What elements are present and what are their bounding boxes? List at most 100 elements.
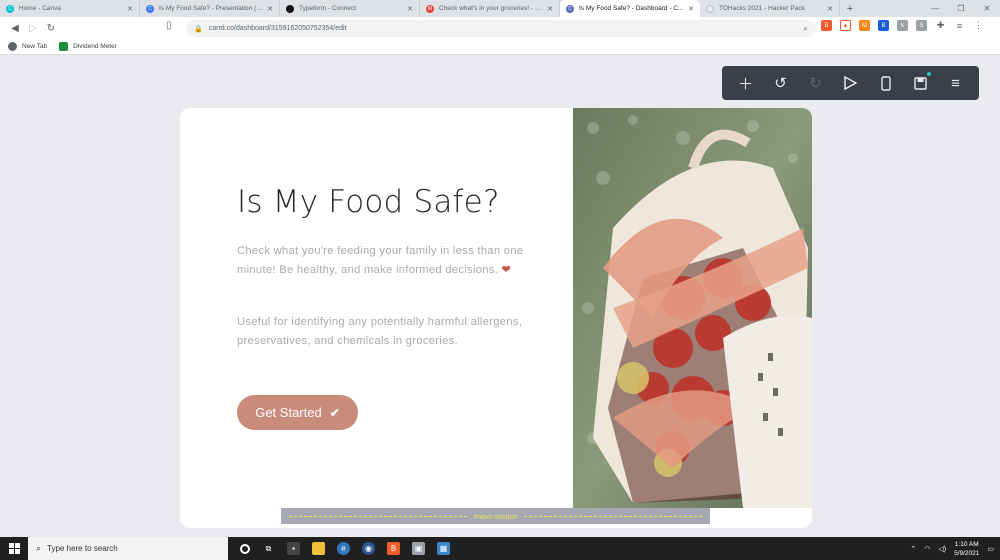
tohacks-favicon-icon [706,4,714,13]
clock[interactable]: 1:10 AM 5/9/2021 [954,540,979,558]
close-tab-icon[interactable]: ✕ [407,5,413,13]
browser-tab-active[interactable]: C Is My Food Safe? - Dashboard - C... ✕ [560,0,700,17]
page-viewport: ＋ ↺ ↻ ≡ Is My Food Safe? Check what you'… [0,56,1000,537]
canva-favicon-icon: C [146,4,154,13]
browser-tab-strip: C Home - Canva ✕ C Is My Food Safe? - Pr… [0,0,1000,17]
lock-icon: 🔒 [194,25,203,33]
windows-taskbar: ⌕ Type here to search ⧉ ▪ e ◉ B ▣ ▦ ⌃ ◠ … [0,537,1000,560]
windows-start-icon[interactable] [0,537,28,560]
close-tab-icon[interactable]: ✕ [547,5,553,13]
bookmark-label: Dividend Meter [73,43,117,50]
forward-icon[interactable]: ▷ [24,19,42,37]
browser-tab[interactable]: M Check what's in your groceries! - my@.… [420,0,560,17]
more-menu-icon[interactable]: ⋮ [973,20,984,31]
bookmarks-bar: New Tab Dividend Meter [0,39,1000,55]
puzzle-icon[interactable]: ✚ [935,20,946,31]
close-tab-icon[interactable]: ✕ [827,5,833,13]
hero-text-column: Is My Food Safe? Check what you're feedi… [180,108,573,528]
add-icon[interactable]: ＋ [733,70,759,96]
terminal-icon[interactable]: ▪ [287,542,300,555]
edge-icon[interactable]: e [337,542,350,555]
close-tab-icon[interactable]: ✕ [267,5,273,13]
bookmark-label: New Tab [22,43,48,50]
chevron-up-icon[interactable]: ⌃ [910,545,916,553]
url-text: carrd.co/dashboard/3159162050752354/edit [208,25,347,32]
task-view-icon[interactable]: ⧉ [262,542,275,555]
bookmark-dividend-meter[interactable]: Dividend Meter [59,42,117,51]
playlist-icon[interactable]: ≡ [954,20,965,31]
brave-rewards-icon[interactable]: ▲ [840,20,851,31]
extension-icon[interactable]: k [897,20,908,31]
carrd-favicon-icon: C [566,4,574,13]
clock-date: 5/9/2021 [954,549,980,557]
metamask-icon[interactable]: M [859,20,870,31]
page-title[interactable]: Is My Food Safe? [237,184,500,220]
file-explorer-icon[interactable] [312,542,325,555]
hero-paragraph-text: Check what you're feeding your family in… [237,245,524,276]
sheets-icon [59,42,69,51]
bitwarden-icon[interactable]: B [878,20,889,31]
reload-icon[interactable]: ↻ [42,19,60,37]
zoom-icon[interactable]: ⌕ [804,24,808,34]
tab-title: Typeform - Connect [299,5,357,12]
search-placeholder: Type here to search [47,544,118,553]
hero-paragraph[interactable]: Check what you're feeding your family in… [237,242,527,280]
address-bar[interactable]: 🔒 carrd.co/dashboard/3159162050752354/ed… [186,20,816,37]
notifications-icon[interactable]: ▭ [987,545,994,553]
browser-tab[interactable]: TOHacks 2021 - Hacker Pack ✕ [700,0,840,17]
app-icon[interactable]: ▦ [437,542,450,555]
taskbar-pinned-apps: ⧉ ▪ e ◉ B ▣ ▦ [240,542,450,555]
search-icon: ⌕ [36,543,42,553]
app-icon[interactable]: ▣ [412,542,425,555]
section-marker[interactable]: #next-section [281,508,710,524]
typeform-favicon-icon [286,4,294,13]
mobile-icon[interactable] [873,70,899,96]
extensions-bar: B ▲ M B k S ✚ ≡ ⋮ [821,20,984,31]
browser-tab[interactable]: C Is My Food Safe? - Presentation (16:9)… [140,0,280,17]
hero-card: Is My Food Safe? Check what you're feedi… [180,108,812,528]
unsaved-indicator [926,72,931,76]
redo-icon[interactable]: ↻ [803,70,829,96]
minimize-icon[interactable]: — [922,0,948,17]
close-window-icon[interactable]: ✕ [974,0,1000,17]
volume-icon[interactable]: ◁) [938,545,946,553]
close-tab-icon[interactable]: ✕ [688,5,694,13]
new-tab-button[interactable]: + [840,0,860,17]
browser-toolbar: ◀ ▷ ↻ ▯ 🔒 carrd.co/dashboard/31591620507… [0,17,1000,39]
close-tab-icon[interactable]: ✕ [127,5,133,13]
grocery-bag-image[interactable] [573,108,812,508]
app-icon[interactable]: ◉ [362,542,375,555]
tab-title: Is My Food Safe? - Dashboard - C... [579,5,684,12]
brave-shield-icon[interactable]: B [821,20,832,31]
wifi-icon[interactable]: ◠ [924,545,930,553]
globe-icon [8,42,17,51]
undo-icon[interactable]: ↺ [768,70,794,96]
get-started-button[interactable]: Get Started ✔ [237,395,358,430]
clock-time: 1:10 AM [954,540,979,548]
brave-icon[interactable]: B [387,542,400,555]
bookmark-new-tab[interactable]: New Tab [8,42,47,51]
tab-title: TOHacks 2021 - Hacker Pack [719,5,805,12]
cortana-icon[interactable] [240,543,250,554]
tab-title: Check what's in your groceries! - my@... [439,5,543,12]
play-icon[interactable] [838,70,864,96]
bookmark-icon[interactable]: ▯ [166,20,172,31]
browser-tab[interactable]: Typeform - Connect ✕ [280,0,420,17]
carrd-editor-toolbar: ＋ ↺ ↻ ≡ [722,66,979,100]
cta-label: Get Started [255,405,322,420]
heart-icon: ❤ [501,264,512,276]
menu-icon[interactable]: ≡ [943,70,969,96]
maximize-icon[interactable]: ❐ [948,0,974,17]
taskbar-search-input[interactable]: ⌕ Type here to search [28,537,228,560]
extension-icon[interactable]: S [916,20,927,31]
browser-tab[interactable]: C Home - Canva ✕ [0,0,140,17]
window-controls: — ❐ ✕ [922,0,1000,17]
system-tray: ⌃ ◠ ◁) 1:10 AM 5/9/2021 ▭ [910,540,1000,558]
hero-paragraph[interactable]: Useful for identifying any potentially h… [237,313,527,351]
save-icon[interactable] [908,70,934,96]
back-icon[interactable]: ◀ [6,19,24,37]
section-divider [523,515,703,517]
tab-title: Home - Canva [19,5,61,12]
canva-favicon-icon: C [6,4,14,13]
section-marker-label: #next-section [473,511,518,521]
